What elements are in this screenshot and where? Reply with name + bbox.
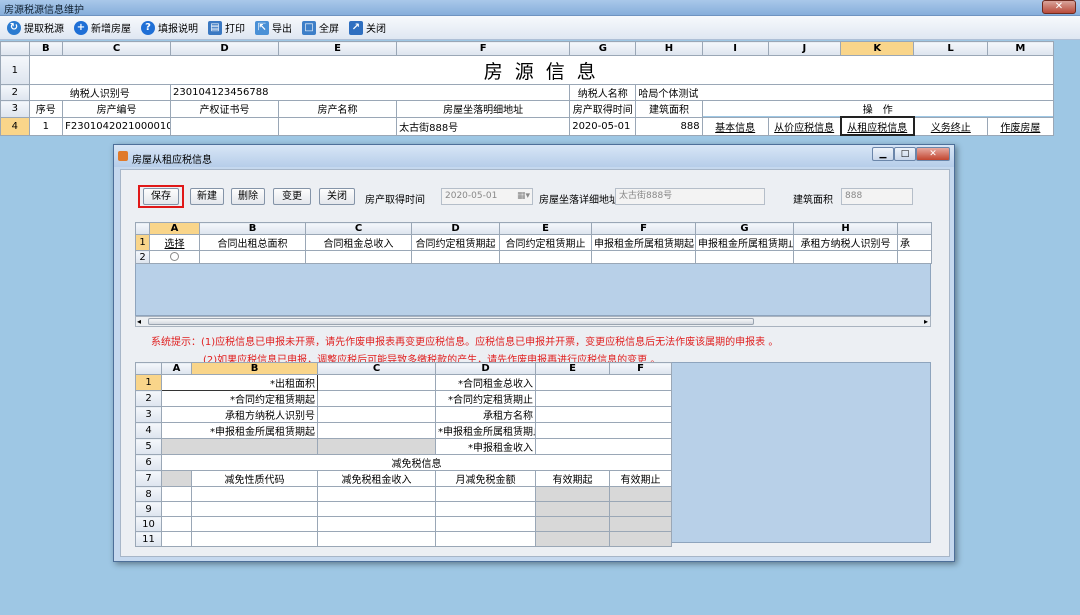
close-button[interactable]: 关闭 bbox=[319, 188, 355, 205]
house-source-grid: B C D E F G H I J K L M 1 房 源 信 息 2 纳税人识… bbox=[0, 41, 1055, 136]
main-toolbar: ↻ 提取税源 + 新增房屋 ? 填报说明 ▤ 打印 ⇱ 导出 □ 全屏 ↗ 关闭 bbox=[0, 16, 1080, 40]
address-cell[interactable]: 太古街888号 bbox=[396, 116, 571, 136]
acquire-time-cell[interactable]: 2020-05-01 bbox=[569, 116, 637, 136]
window-titlebar: 房源税源信息维护 ✕ bbox=[0, 0, 1080, 16]
area-cell[interactable]: 888 bbox=[635, 116, 703, 136]
lease-end-input[interactable] bbox=[535, 390, 672, 407]
instructions-button[interactable]: ? 填报说明 bbox=[138, 18, 201, 38]
select-radio[interactable] bbox=[149, 250, 200, 264]
taxpayer-id-value: 230104123456788 bbox=[170, 84, 571, 101]
system-note-1: 系统提示：(1)应税信息已申报未开票，请先作废申报表再变更应税信息。应税信息已申… bbox=[151, 337, 779, 348]
export-button[interactable]: ⇱ 导出 bbox=[252, 18, 295, 38]
minimize-button[interactable]: ▁ bbox=[872, 147, 894, 161]
declare-rent-input[interactable] bbox=[535, 438, 672, 455]
declare-end-input[interactable] bbox=[535, 422, 672, 439]
void-house-link[interactable]: 作废房屋 bbox=[986, 116, 1055, 136]
calendar-dropdown-icon: ▦▾ bbox=[516, 191, 530, 201]
fullscreen-button[interactable]: □ 全屏 bbox=[299, 18, 342, 38]
lease-contract-grid: A B C D E F G H 1 选择 合同出租总面积 合同租金总收入 合同约… bbox=[135, 222, 932, 264]
dialog-title: 房屋从租应税信息 bbox=[132, 155, 212, 166]
scroll-right-icon[interactable]: ▸ bbox=[924, 317, 928, 326]
lessee-id-input[interactable] bbox=[317, 406, 436, 423]
new-button[interactable]: 新建 bbox=[190, 188, 224, 205]
window-title: 房源税源信息维护 bbox=[4, 5, 84, 16]
extract-tax-source-button[interactable]: ↻ 提取税源 bbox=[4, 18, 67, 38]
save-button[interactable]: 保存 bbox=[143, 188, 179, 205]
obligation-end-link[interactable]: 义务终止 bbox=[913, 116, 988, 136]
area-input[interactable]: 888 bbox=[841, 188, 913, 205]
scroll-thumb[interactable] bbox=[148, 318, 754, 325]
window-close-button[interactable]: ✕ bbox=[1042, 0, 1076, 14]
grid-title: 房 源 信 息 bbox=[28, 55, 1054, 85]
close-toolbar-button[interactable]: ↗ 关闭 bbox=[346, 18, 389, 38]
rent-tax-info-dialog: 房屋从租应税信息 ▁ □ ✕ 保存 新建 删除 变更 关闭 房产取得时间 202… bbox=[113, 144, 955, 562]
fullscreen-icon: □ bbox=[302, 20, 316, 35]
acquire-time-input[interactable]: 2020-05-01 ▦▾ bbox=[441, 188, 533, 205]
add-house-button[interactable]: + 新增房屋 bbox=[71, 18, 134, 38]
declare-start-input[interactable] bbox=[317, 422, 436, 439]
help-circle-icon: ? bbox=[141, 20, 155, 35]
lessee-name-input[interactable] bbox=[535, 406, 672, 423]
dialog-close-button[interactable]: ✕ bbox=[916, 147, 950, 161]
basic-info-link[interactable]: 基本信息 bbox=[701, 116, 769, 136]
tax-detail-grid: A B C D E F 1 *出租面积 *合同租金总收入 2 *合同约定租赁期起… bbox=[135, 362, 672, 547]
lease-start-input[interactable] bbox=[317, 390, 436, 407]
house-no-cell[interactable]: F23010420210000102 bbox=[62, 116, 172, 136]
refresh-arrow-icon: ↻ bbox=[7, 20, 21, 35]
print-button[interactable]: ▤ 打印 bbox=[205, 18, 248, 38]
address-input[interactable]: 太古街888号 bbox=[615, 188, 765, 205]
printer-icon: ▤ bbox=[208, 20, 222, 35]
plus-circle-icon: + bbox=[74, 20, 88, 35]
scroll-left-icon[interactable]: ◂ bbox=[137, 317, 141, 326]
value-tax-info-link[interactable]: 从价应税信息 bbox=[767, 116, 842, 136]
app-icon bbox=[118, 151, 128, 161]
dialog-titlebar: 房屋从租应税信息 ▁ □ ✕ bbox=[114, 145, 954, 167]
change-button[interactable]: 变更 bbox=[273, 188, 311, 205]
radio-icon bbox=[170, 252, 179, 261]
rent-area-input[interactable] bbox=[317, 374, 436, 391]
export-icon: ⇱ bbox=[255, 20, 269, 35]
taxpayer-name-value: 哈局个体测试 bbox=[635, 84, 1054, 101]
maximize-button[interactable]: □ bbox=[894, 147, 916, 161]
total-rent-input[interactable] bbox=[535, 374, 672, 391]
close-icon: ↗ bbox=[349, 20, 363, 35]
rent-tax-info-link[interactable]: 从租应税信息 bbox=[839, 116, 915, 136]
horizontal-scrollbar[interactable]: ◂ ▸ bbox=[135, 316, 931, 327]
delete-button[interactable]: 删除 bbox=[231, 188, 265, 205]
dialog-body: 保存 新建 删除 变更 关闭 房产取得时间 2020-05-01 ▦▾ 房屋坐落… bbox=[120, 169, 950, 557]
